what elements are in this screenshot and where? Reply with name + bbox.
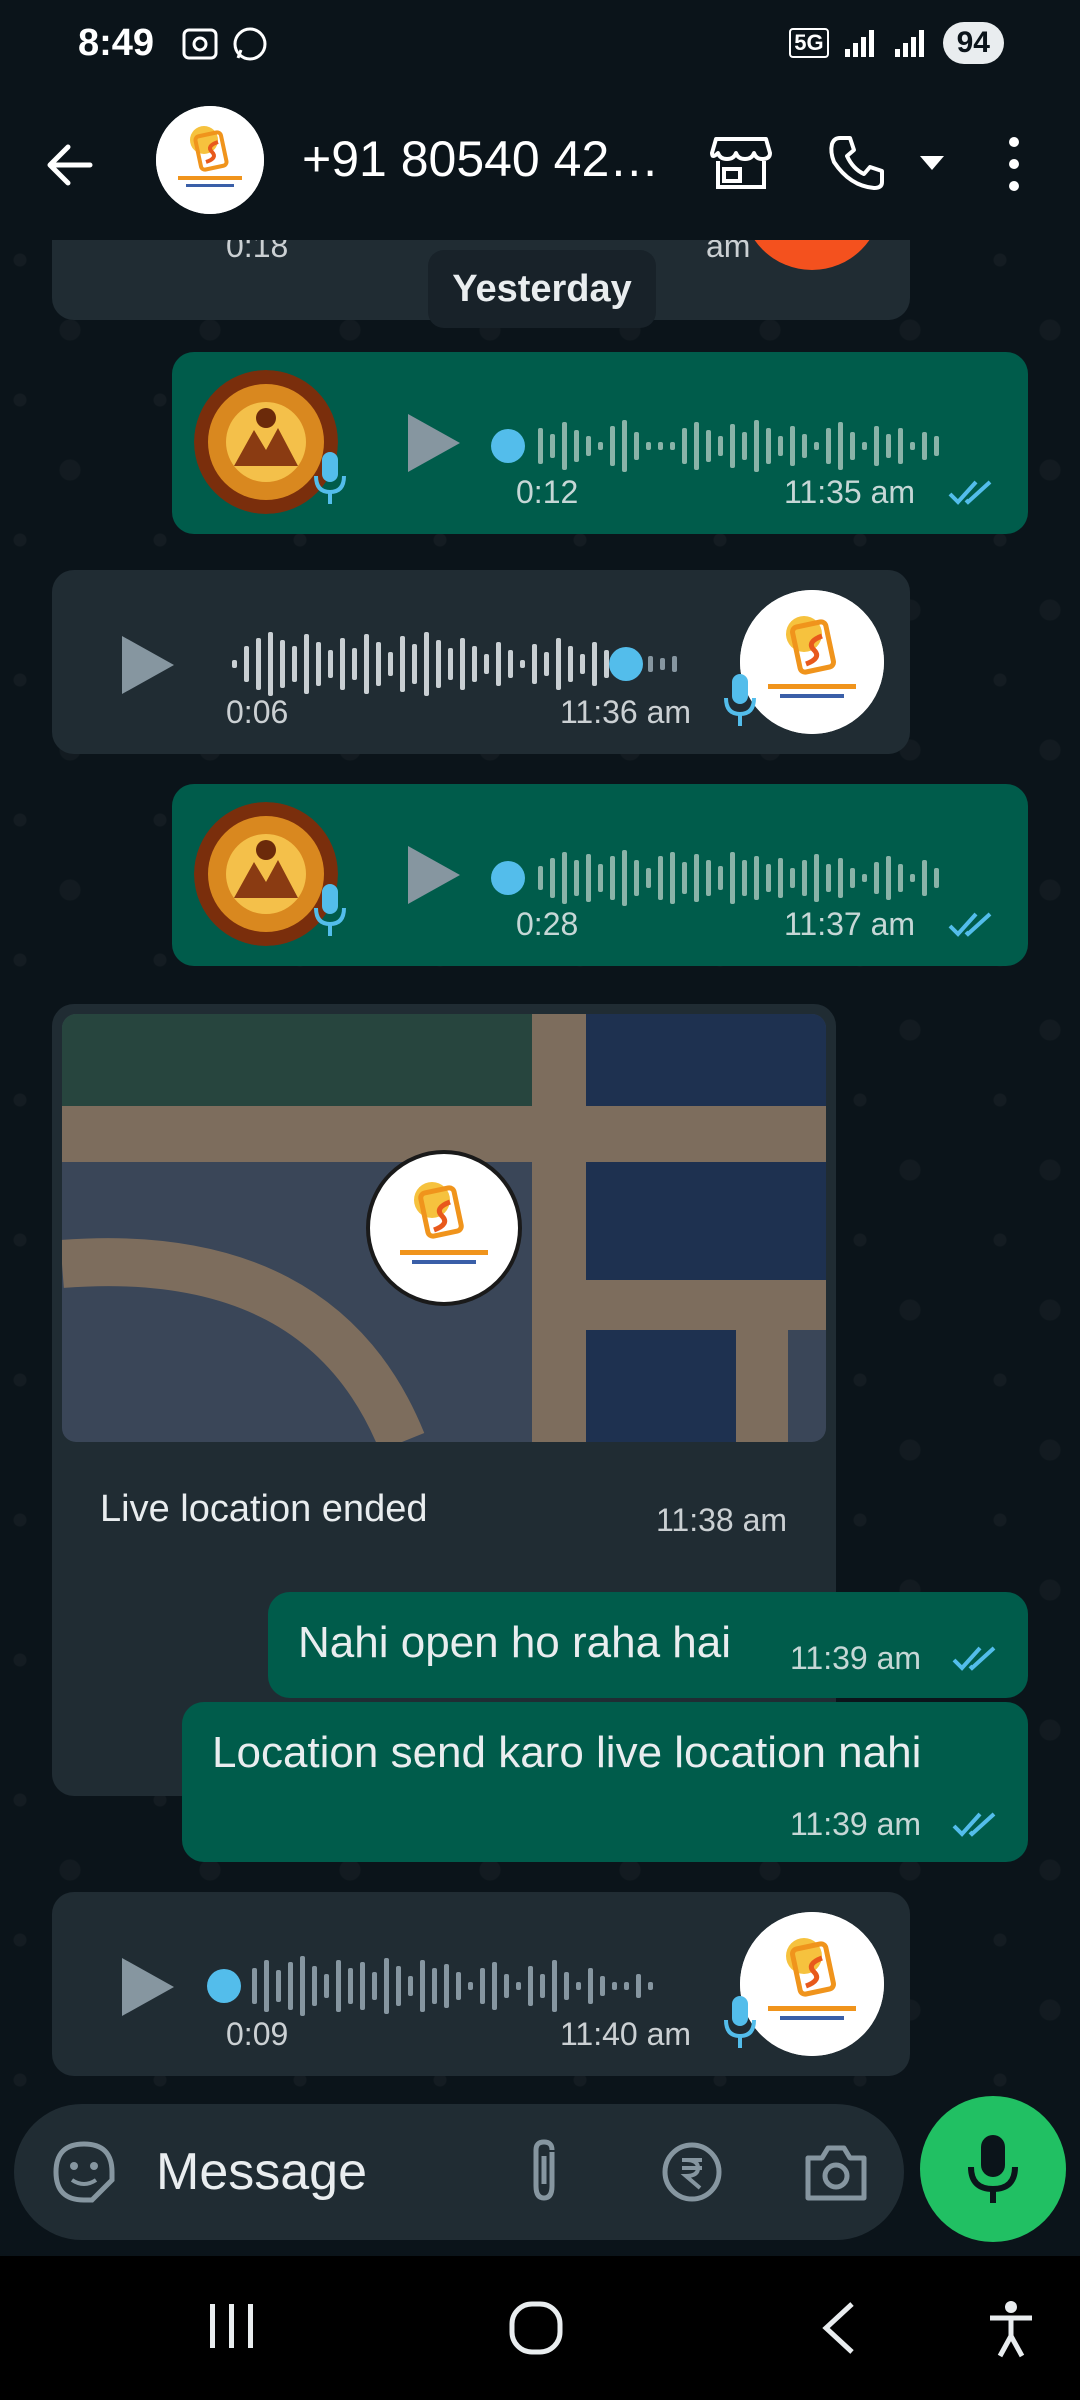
- chevron-down-icon[interactable]: [918, 152, 946, 174]
- camera-icon[interactable]: [804, 2142, 868, 2202]
- waveform[interactable]: [228, 624, 718, 704]
- signal-icon-2: [894, 30, 924, 57]
- back-arrow-icon[interactable]: [40, 135, 100, 195]
- contact-avatar[interactable]: [156, 106, 264, 214]
- voice-message-incoming[interactable]: 0:06 11:36 am: [52, 570, 910, 754]
- sender-avatar: [740, 1912, 884, 2056]
- message-time: 11:40 am: [560, 2016, 692, 2052]
- message-time: 11:36 am: [560, 694, 692, 730]
- catalog-button[interactable]: [706, 128, 776, 198]
- chat-header: +91 80540 42…: [0, 90, 1080, 240]
- rupee-payment-icon[interactable]: [660, 2140, 724, 2204]
- attachment-icon[interactable]: [522, 2138, 566, 2206]
- status-notification-icons: [180, 24, 270, 64]
- text-message-outgoing[interactable]: Location send karo live location nahi 11…: [182, 1702, 1028, 1862]
- voice-duration: 0:28: [516, 906, 579, 942]
- voice-record-button[interactable]: [920, 2096, 1066, 2242]
- message-time: 11:37 am: [784, 906, 916, 942]
- play-icon[interactable]: [398, 408, 468, 478]
- message-time: 11:39 am: [790, 1806, 922, 1842]
- brand-logo-icon: [740, 1912, 884, 2056]
- waveform[interactable]: [204, 1946, 714, 2026]
- mic-icon: [314, 884, 346, 936]
- network-type: 5G: [789, 28, 829, 58]
- play-icon[interactable]: [112, 630, 182, 700]
- status-system-icons: 5G 94: [789, 22, 1004, 64]
- message-time: 11:35 am: [784, 474, 916, 510]
- message-time: am: [706, 240, 751, 264]
- message-text: Location send karo live location nahi: [212, 1728, 922, 1777]
- sender-avatar: [740, 590, 884, 734]
- signal-icon: [844, 30, 874, 57]
- message-input[interactable]: Message: [156, 2142, 367, 2202]
- message-time: 11:39 am: [790, 1640, 922, 1676]
- message-time: 11:38 am: [656, 1502, 788, 1538]
- date-separator: Yesterday: [428, 250, 656, 328]
- message-text: Nahi open ho raha hai: [298, 1618, 731, 1667]
- chat-area[interactable]: 0:18 am Yesterday 0:12 11:35 am 0:06 11:…: [0, 240, 1080, 2100]
- mic-icon: [968, 2135, 1018, 2203]
- map-image: [62, 1014, 826, 1442]
- sticker-icon[interactable]: [52, 2140, 116, 2204]
- contact-name[interactable]: +91 80540 42…: [302, 130, 659, 188]
- more-options-icon[interactable]: [1000, 134, 1028, 194]
- voice-duration: 0:12: [516, 474, 579, 510]
- play-icon[interactable]: [398, 840, 468, 910]
- battery-indicator: 94: [942, 22, 1004, 64]
- system-nav-bar: [0, 2256, 1080, 2400]
- map-preview[interactable]: [62, 1014, 826, 1442]
- mic-icon: [724, 1996, 756, 2048]
- mic-icon: [314, 452, 346, 504]
- screenshot-icon: [182, 28, 218, 60]
- accessibility-icon[interactable]: [986, 2300, 1036, 2360]
- text-message-outgoing[interactable]: Nahi open ho raha hai 11:39 am: [268, 1592, 1028, 1698]
- phone-icon: [829, 136, 884, 190]
- message-composer[interactable]: Message: [14, 2104, 904, 2240]
- home-icon[interactable]: [508, 2300, 564, 2356]
- read-receipt-icon: [948, 912, 992, 937]
- voice-duration: 0:06: [226, 694, 289, 730]
- read-receipt-icon: [952, 1812, 996, 1837]
- call-button[interactable]: [822, 128, 892, 198]
- whatsapp-icon: [233, 27, 267, 61]
- voice-message-outgoing[interactable]: 0:12 11:35 am: [172, 352, 1028, 534]
- location-caption: Live location ended: [100, 1488, 428, 1530]
- back-nav-icon[interactable]: [818, 2300, 858, 2356]
- brand-logo-icon: [156, 106, 264, 214]
- voice-message-incoming[interactable]: 0:09 11:40 am: [52, 1892, 910, 2076]
- voice-duration: 0:18: [226, 240, 289, 264]
- status-bar: 8:49 5G 94: [0, 0, 1080, 90]
- mic-icon: [724, 674, 756, 726]
- voice-message-outgoing[interactable]: 0:28 11:37 am: [172, 784, 1028, 966]
- recent-apps-icon[interactable]: [206, 2302, 258, 2350]
- read-receipt-icon: [948, 480, 992, 505]
- brand-logo-icon: [740, 590, 884, 734]
- voice-duration: 0:09: [226, 2016, 289, 2052]
- play-icon[interactable]: [112, 1952, 182, 2022]
- avatar-orange: [742, 240, 882, 270]
- read-receipt-icon: [952, 1646, 996, 1671]
- status-time: 8:49: [78, 22, 155, 64]
- storefront-icon: [710, 137, 772, 189]
